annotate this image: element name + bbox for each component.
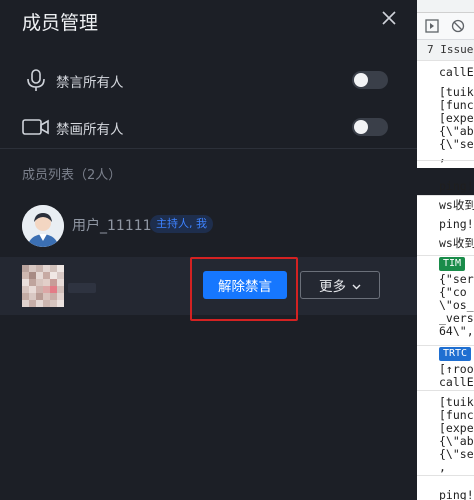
console-separator [417, 345, 474, 346]
console-line: 64\", [439, 324, 474, 338]
member-row-host[interactable]: 用户_11111 主持人, 我 [0, 200, 417, 250]
console-tag: TRTC [439, 347, 472, 361]
more-button[interactable]: 更多 [300, 271, 380, 299]
mute-all-label: 禁言所有人 [56, 75, 124, 91]
disable-video-toggle[interactable] [352, 118, 388, 136]
console-line: ws收到 [439, 236, 474, 250]
console-line: callEx [439, 65, 474, 79]
chevron-down-icon [352, 284, 361, 290]
console-separator [417, 255, 474, 256]
console-line: ping! [439, 179, 474, 193]
clear-console-icon[interactable] [451, 19, 465, 33]
avatar [22, 205, 64, 247]
unmute-button[interactable]: 解除禁言 [203, 271, 287, 299]
mute-all-row: 禁言所有人 [0, 60, 417, 100]
console-separator [417, 195, 474, 196]
console-separator [417, 160, 474, 161]
toggle-knob [354, 120, 368, 134]
member-row-muted[interactable]: 解除禁言 更多 [0, 257, 417, 321]
member-management-panel: 成员管理 禁言所有人 禁画所有人 成员列表（2人） 用户_11111 主持人, … [0, 0, 417, 500]
more-button-label: 更多 [319, 279, 346, 295]
console-line: callEx [439, 375, 474, 389]
mute-all-toggle[interactable] [352, 71, 388, 89]
role-badge: 主持人, 我 [150, 215, 213, 233]
close-icon[interactable] [381, 10, 397, 26]
member-name: 用户_11111 [72, 218, 152, 234]
issues-count[interactable]: 7 Issues: [417, 40, 474, 61]
console-line: ws收到 [439, 198, 474, 212]
console-separator [417, 390, 474, 391]
console-separator [417, 475, 474, 476]
video-camera-icon [22, 119, 49, 135]
devtools-tabbar [417, 0, 474, 13]
console-tag: TIM [439, 257, 466, 271]
devtools-pane: 7 Issues: callEx[tuik[funct[expe{\"ab{\"… [417, 0, 474, 500]
console-line: , [439, 460, 446, 474]
devtools-toolbar [417, 13, 474, 40]
panel-title: 成员管理 [22, 12, 99, 34]
console-separator [417, 60, 474, 61]
console-line: , [439, 150, 446, 164]
avatar [22, 265, 64, 307]
disable-video-row: 禁画所有人 [0, 107, 417, 147]
member-name-redacted [68, 283, 96, 293]
member-list-title: 成员列表（2人） [22, 168, 122, 183]
toggle-knob [354, 73, 368, 87]
console-line: ping! [439, 488, 474, 500]
microphone-icon [27, 69, 45, 91]
divider [0, 148, 417, 149]
disable-video-label: 禁画所有人 [56, 122, 124, 138]
sidebar-toggle-icon[interactable] [425, 19, 439, 33]
console-line: ping! [439, 217, 474, 231]
